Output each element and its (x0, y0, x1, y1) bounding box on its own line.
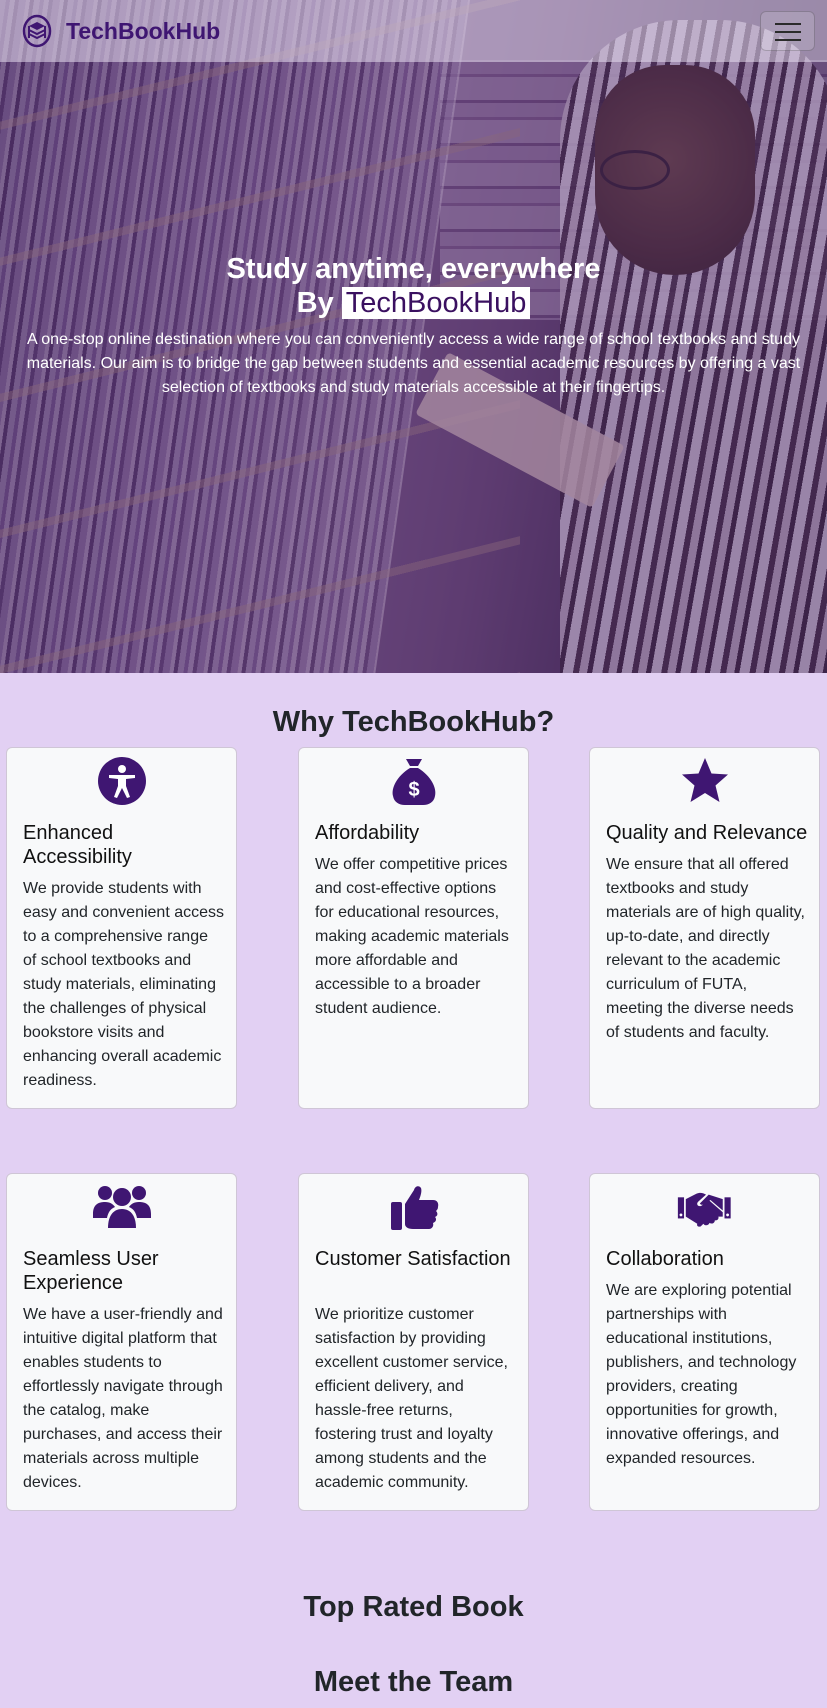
feature-card-text: We offer competitive prices and cost-eff… (315, 856, 509, 1017)
hero-brand-line: By TechBookHub (20, 286, 807, 320)
feature-card-title: Customer Satisfaction (315, 1248, 511, 1270)
hero-description: A one-stop online destination where you … (26, 331, 801, 396)
feature-card-customer-satisfaction: Customer Satisfaction We prioritize cust… (298, 1173, 529, 1511)
hero-brand-highlight: TechBookHub (341, 287, 531, 319)
hero-by-prefix: By (296, 287, 334, 319)
feature-card-text: We are exploring potential partnerships … (606, 1282, 797, 1467)
feature-card-quality: Quality and Relevance We ensure that all… (589, 747, 820, 1109)
navbar-brand-link[interactable]: TechBookHub (22, 14, 220, 48)
hero-section: Study anytime, everywhere By TechBookHub… (0, 0, 827, 673)
feature-card-title: Enhanced Accessibility (23, 822, 132, 868)
feature-card-title: Collaboration (606, 1248, 724, 1270)
navbar: TechBookHub (0, 0, 827, 62)
brand-name: TechBookHub (66, 17, 221, 44)
feature-card-affordability: $ Affordability We offer competitive pri… (298, 747, 529, 1109)
hamburger-menu-button[interactable] (760, 11, 815, 51)
feature-card-text: We have a user-friendly and intuitive di… (23, 1306, 223, 1491)
feature-card-text: We prioritize customer satisfaction by p… (315, 1306, 508, 1491)
money-bag-icon: $ (392, 759, 435, 805)
feature-card-title: Seamless User Experience (23, 1248, 159, 1294)
hamburger-menu-icon (775, 23, 801, 25)
top-rated-title: Top Rated Book (303, 1591, 524, 1623)
svg-text:$: $ (408, 779, 419, 801)
hamburger-menu-icon (775, 39, 801, 41)
hero-title: Study anytime, everywhere (226, 253, 601, 285)
book-stack-logo-icon (22, 14, 52, 48)
team-title: Meet the Team (313, 1666, 514, 1698)
hamburger-menu-icon (775, 31, 801, 33)
thumbs-up-icon (390, 1186, 438, 1230)
feature-card-title: Quality and Relevance (606, 822, 808, 844)
hero-text: Study anytime, everywhere By TechBookHub… (20, 253, 807, 400)
feature-card-accessibility: Enhanced Accessibility We provide studen… (6, 747, 237, 1109)
handshake-icon (678, 1192, 731, 1227)
feature-card-user-experience: Seamless User Experience We have a user-… (6, 1173, 237, 1511)
feature-card-text: We provide students with easy and conven… (23, 880, 225, 1089)
feature-card-title: Affordability (315, 822, 420, 844)
feature-card-collaboration: Collaboration We are exploring potential… (589, 1173, 820, 1511)
accessibility-icon (97, 757, 146, 805)
star-icon (681, 758, 728, 802)
users-icon (92, 1186, 151, 1228)
feature-card-text: We ensure that all offered textbooks and… (606, 856, 805, 1041)
why-section-title: Why TechBookHub? (272, 706, 555, 738)
